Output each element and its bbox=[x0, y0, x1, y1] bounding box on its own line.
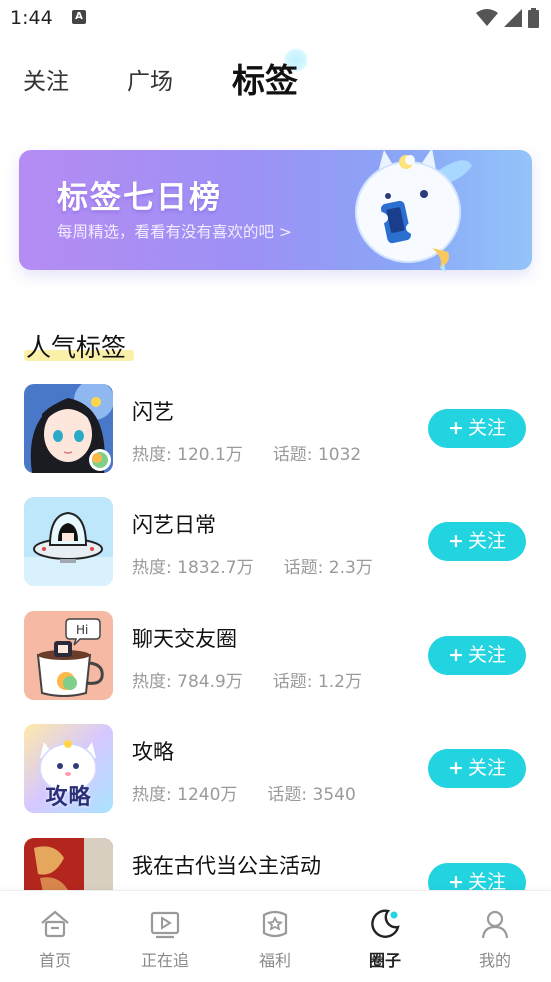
banner-title: 标签七日榜 bbox=[57, 180, 222, 216]
tag-name[interactable]: 闪艺 bbox=[132, 396, 174, 426]
cup-hi-image: Hi bbox=[24, 611, 113, 700]
follow-button[interactable]: + 关注 bbox=[428, 749, 526, 788]
tag-heat: 热度: 1832.7万 bbox=[132, 558, 254, 578]
plus-icon: + bbox=[448, 530, 464, 552]
play-icon bbox=[150, 911, 180, 939]
tag-name[interactable]: 攻略 bbox=[132, 736, 174, 766]
nav-label: 首页 bbox=[38, 951, 71, 970]
top-tabs: 关注 广场 标签 bbox=[0, 48, 551, 102]
thumb-guide-text: 攻略 bbox=[45, 785, 92, 810]
follow-button-label: 关注 bbox=[467, 644, 506, 666]
tag-topic-count: 话题: 1.2万 bbox=[272, 672, 362, 692]
tag-heat: 热度: 120.1万 bbox=[132, 445, 243, 465]
weekly-ranking-banner[interactable]: 标签七日榜 每周精选，看看有没有喜欢的吧 > bbox=[19, 148, 532, 272]
tag-thumbnail-cat-guide[interactable]: 攻略 bbox=[24, 724, 113, 813]
nav-following[interactable]: 正在追 bbox=[110, 891, 220, 982]
tag-thumbnail-anime-girl[interactable] bbox=[24, 384, 113, 473]
wifi-icon bbox=[476, 9, 498, 26]
tag-heat: 热度: 784.9万 bbox=[132, 672, 243, 692]
circle-icon bbox=[371, 909, 400, 938]
nav-welfare[interactable]: 福利 bbox=[220, 891, 330, 982]
tag-thumbnail-cup[interactable]: Hi bbox=[24, 611, 113, 700]
tag-meta: 热度: 120.1万 话题: 1032 bbox=[132, 440, 361, 465]
tag-meta: 热度: 1832.7万 话题: 2.3万 bbox=[132, 553, 373, 578]
section-title: 人气标签 bbox=[26, 333, 127, 362]
tag-meta: 热度: 1240万 话题: 3540 bbox=[132, 780, 356, 805]
nav-mine[interactable]: 我的 bbox=[440, 891, 550, 982]
tag-row-chat-friends[interactable]: Hi 聊天交友圈 热度: 784.9万 话题: 1.2万 + 关注 bbox=[0, 611, 551, 711]
follow-button-label: 关注 bbox=[467, 417, 506, 439]
tag-row-shanyi-daily[interactable]: 闪艺日常 热度: 1832.7万 话题: 2.3万 + 关注 bbox=[0, 497, 551, 597]
banner-subtitle[interactable]: 每周精选，看看有没有喜欢的吧 > bbox=[57, 220, 292, 242]
follow-button[interactable]: + 关注 bbox=[428, 636, 526, 675]
nav-label: 我的 bbox=[478, 951, 511, 970]
plus-icon: + bbox=[448, 757, 464, 779]
nav-label: 圈子 bbox=[368, 951, 401, 970]
mascot-icon bbox=[355, 148, 472, 272]
follow-button-label: 关注 bbox=[467, 757, 506, 779]
tag-thumbnail-ufo[interactable] bbox=[24, 497, 113, 586]
tag-name[interactable]: 聊天交友圈 bbox=[132, 623, 237, 653]
follow-button[interactable]: + 关注 bbox=[428, 409, 526, 448]
ufo-pixel-image bbox=[24, 497, 113, 586]
tag-row-shanyi[interactable]: 闪艺 热度: 120.1万 话题: 1032 + 关注 bbox=[0, 384, 551, 484]
user-icon bbox=[481, 910, 509, 939]
tag-meta: 热度: 784.9万 话题: 1.2万 bbox=[132, 667, 362, 692]
nav-home[interactable]: 首页 bbox=[0, 891, 110, 982]
anime-girl-image bbox=[24, 384, 113, 473]
tag-row-guide[interactable]: 攻略 攻略 热度: 1240万 话题: 3540 + 关注 bbox=[0, 724, 551, 824]
tag-name[interactable]: 我在古代当公主活动 bbox=[132, 850, 321, 880]
svg-text:Hi: Hi bbox=[76, 623, 88, 637]
tag-topic-count: 话题: 2.3万 bbox=[283, 558, 373, 578]
bottom-nav: 首页 正在追 福利 圈子 我的 bbox=[0, 890, 551, 982]
plus-icon: + bbox=[448, 644, 464, 666]
home-icon bbox=[41, 910, 69, 938]
plus-icon: + bbox=[448, 417, 464, 439]
tag-topic-count: 话题: 1032 bbox=[272, 445, 362, 465]
gift-icon bbox=[262, 910, 288, 938]
status-bar: 1:44 A bbox=[0, 0, 551, 36]
tag-topic-count: 话题: 3540 bbox=[267, 785, 356, 805]
tab-tags[interactable]: 标签 bbox=[232, 54, 298, 102]
signal-icon bbox=[504, 9, 522, 27]
tag-heat: 热度: 1240万 bbox=[132, 785, 238, 805]
follow-button-label: 关注 bbox=[467, 530, 506, 552]
nav-label: 正在追 bbox=[140, 951, 189, 970]
system-icons bbox=[476, 8, 539, 28]
nav-label: 福利 bbox=[258, 951, 291, 970]
follow-button[interactable]: + 关注 bbox=[428, 522, 526, 561]
battery-icon bbox=[528, 8, 539, 28]
tab-square[interactable]: 广场 bbox=[127, 62, 173, 96]
tag-name[interactable]: 闪艺日常 bbox=[132, 509, 216, 539]
notification-icon: A bbox=[72, 10, 86, 24]
status-time: 1:44 bbox=[10, 7, 53, 29]
tab-follow[interactable]: 关注 bbox=[23, 62, 69, 96]
nav-circle[interactable]: 圈子 bbox=[330, 891, 440, 982]
